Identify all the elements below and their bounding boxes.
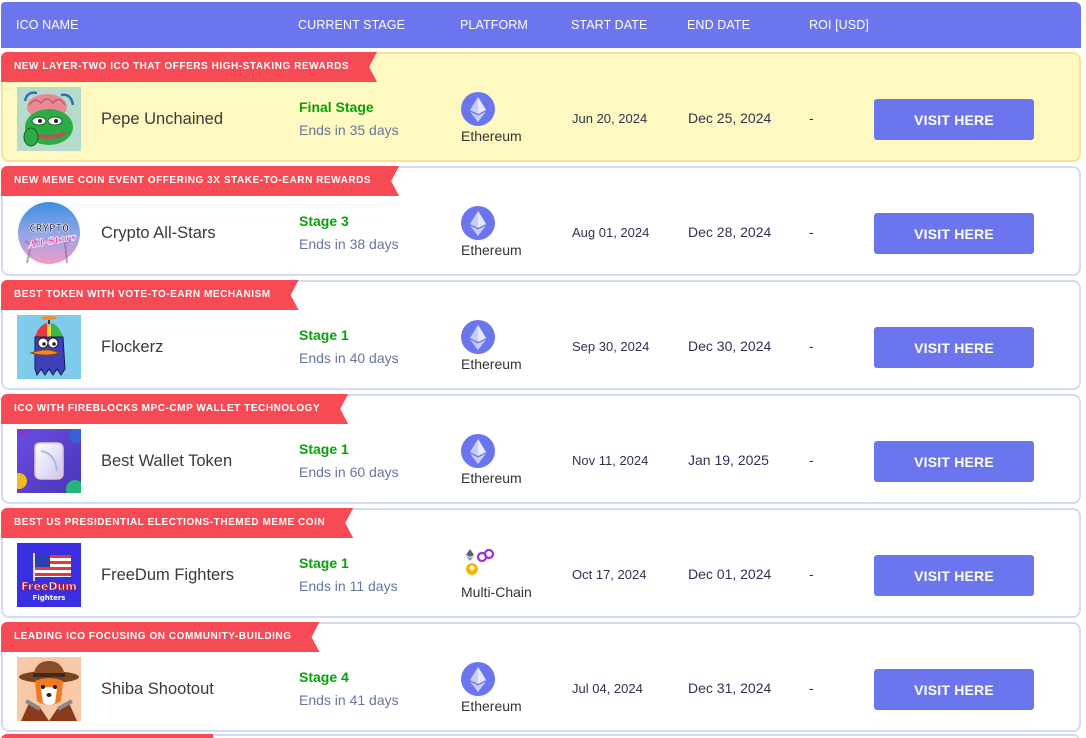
column-header-start-date[interactable]: START DATE [571,18,647,32]
ico-name[interactable]: Pepe Unchained [101,110,223,129]
ico-name[interactable]: Flockerz [101,338,163,357]
table-row: LEADING ICO FOCUSING ON COMMUNITY-BUILDI… [1,622,1081,732]
shiba-shootout-logo[interactable] [17,657,81,721]
platform-label: Ethereum [461,356,522,372]
column-header-platform[interactable]: PLATFORM [460,18,528,32]
start-date: Jun 20, 2024 [572,111,648,126]
column-header-current-stage[interactable]: CURRENT STAGE [298,18,405,32]
start-date: Aug 01, 2024 [572,225,650,240]
table-row: NEW MEME COIN EVENT OFFERING 3X STAKE-TO… [1,166,1081,276]
ico-name[interactable]: Best Wallet Token [101,452,232,471]
row-ribbon-label: ICO WITH FIREBLOCKS MPC-CMP WALLET TECHN… [1,394,348,424]
table-header: ICO NAME CURRENT STAGE PLATFORM START DA… [1,2,1081,48]
svg-text:FreeDum: FreeDum [21,580,77,593]
platform-label: Ethereum [461,470,522,486]
ethereum-icon [461,92,495,126]
stage-ends-in: Ends in 11 days [299,578,398,594]
roi-value: - [809,566,814,582]
end-date: Dec 31, 2024 [688,680,772,696]
end-date: Dec 25, 2024 [688,110,772,126]
best-wallet-logo[interactable] [17,429,81,493]
current-stage: Stage 1 [299,555,349,571]
start-date: Nov 11, 2024 [572,453,649,468]
current-stage: Stage 4 [299,669,349,685]
table-row: ICO WITH FIREBLOCKS MPC-CMP WALLET TECHN… [1,394,1081,504]
column-header-end-date[interactable]: END DATE [687,18,750,32]
column-header-roi[interactable]: ROI [USD] [809,18,869,32]
visit-here-button[interactable]: VISIT HERE [874,441,1034,482]
current-stage: Final Stage [299,99,374,115]
row-ribbon-partial [1,734,213,738]
platform-label: Multi-Chain [461,584,532,600]
column-header-ico-name[interactable]: ICO NAME [16,18,79,32]
svg-text:Fighters: Fighters [33,594,66,602]
stage-ends-in: Ends in 40 days [299,350,399,366]
stage-ends-in: Ends in 41 days [299,692,399,708]
freedum-fighters-logo[interactable]: FreeDum Fighters [17,543,81,607]
row-ribbon-label: NEW MEME COIN EVENT OFFERING 3X STAKE-TO… [1,166,399,196]
ethereum-icon [461,206,495,240]
table-row: BEST TOKEN WITH VOTE-TO-EARN MECHANISM F… [1,280,1081,390]
end-date: Dec 28, 2024 [688,224,772,240]
ethereum-icon [461,662,495,696]
multi-chain-icon [461,548,495,582]
platform-label: Ethereum [461,698,522,714]
end-date: Dec 30, 2024 [688,338,772,354]
svg-text:CRYPTO: CRYPTO [29,222,69,235]
visit-here-button[interactable]: VISIT HERE [874,213,1034,254]
ico-name[interactable]: FreeDum Fighters [101,566,234,585]
row-ribbon-label: LEADING ICO FOCUSING ON COMMUNITY-BUILDI… [1,622,320,652]
start-date: Oct 17, 2024 [572,567,647,582]
row-ribbon-label: BEST US PRESIDENTIAL ELECTIONS-THEMED ME… [1,508,353,538]
stage-ends-in: Ends in 38 days [299,236,399,252]
end-date: Jan 19, 2025 [688,452,769,468]
pepe-unchained-logo[interactable] [17,87,81,151]
roi-value: - [809,338,814,354]
row-ribbon-label: BEST TOKEN WITH VOTE-TO-EARN MECHANISM [1,280,299,310]
current-stage: Stage 3 [299,213,349,229]
visit-here-button[interactable]: VISIT HERE [874,327,1034,368]
stage-ends-in: Ends in 60 days [299,464,399,480]
ethereum-icon [461,320,495,354]
current-stage: Stage 1 [299,327,349,343]
table-row-partial [1,734,1081,738]
platform-label: Ethereum [461,128,522,144]
stage-ends-in: Ends in 35 days [299,122,399,138]
roi-value: - [809,452,814,468]
visit-here-button[interactable]: VISIT HERE [874,99,1034,140]
roi-value: - [809,680,814,696]
ico-name[interactable]: Crypto All-Stars [101,224,216,243]
start-date: Sep 30, 2024 [572,339,650,354]
visit-here-button[interactable]: VISIT HERE [874,555,1034,596]
row-ribbon-label: NEW LAYER-TWO ICO THAT OFFERS HIGH-STAKI… [1,52,377,82]
roi-value: - [809,110,814,126]
end-date: Dec 01, 2024 [688,566,772,582]
platform-label: Ethereum [461,242,522,258]
ethereum-icon [461,434,495,468]
flockerz-logo[interactable] [17,315,81,379]
visit-here-button[interactable]: VISIT HERE [874,669,1034,710]
roi-value: - [809,224,814,240]
current-stage: Stage 1 [299,441,349,457]
table-row: BEST US PRESIDENTIAL ELECTIONS-THEMED ME… [1,508,1081,618]
start-date: Jul 04, 2024 [572,681,643,696]
table-row: NEW LAYER-TWO ICO THAT OFFERS HIGH-STAKI… [1,52,1081,162]
crypto-all-stars-logo[interactable]: CRYPTO All-Stars [17,201,81,265]
ico-name[interactable]: Shiba Shootout [101,680,214,699]
